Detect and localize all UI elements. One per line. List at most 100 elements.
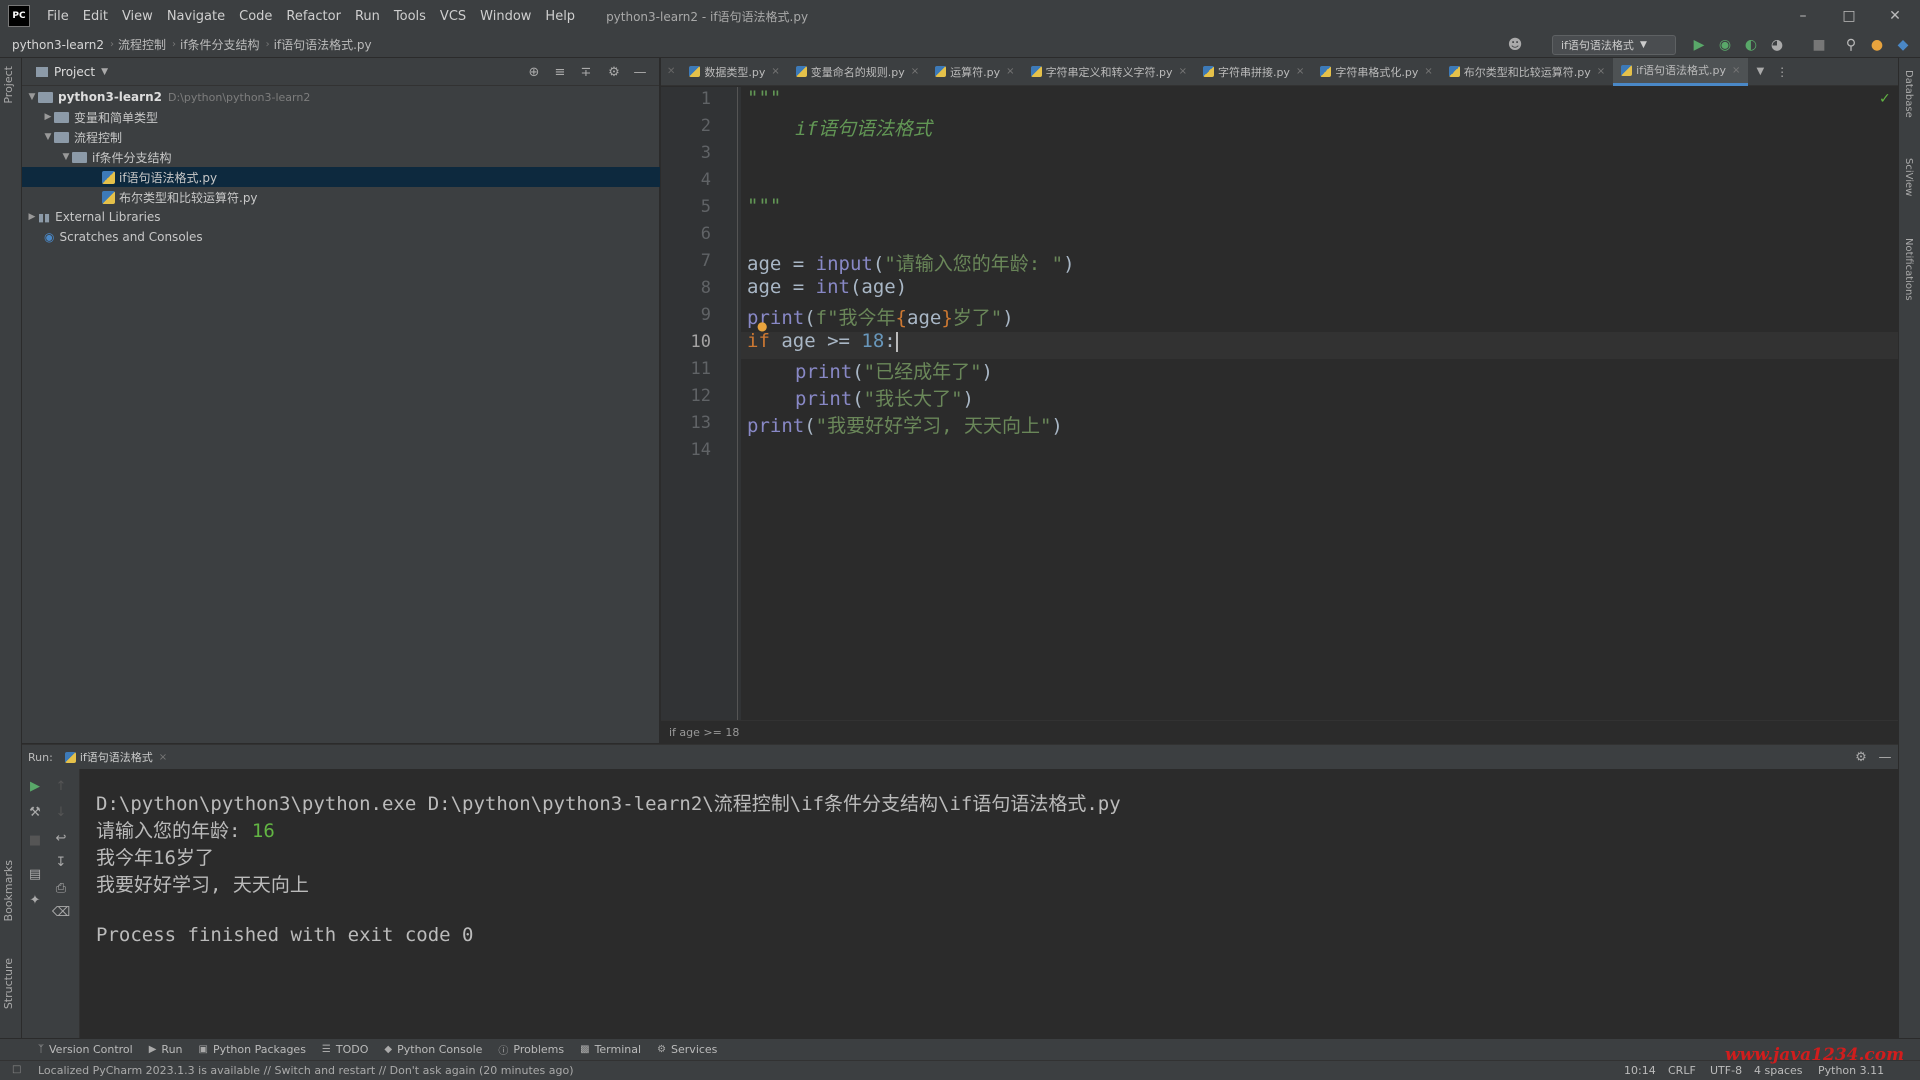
breadcrumb-project[interactable]: python3-learn2 (0, 38, 110, 52)
tree-item-folder[interactable]: ▶ 变量和简单类型 (22, 107, 660, 127)
structure-side-tab[interactable]: Structure (2, 958, 15, 1009)
chevron-down-icon[interactable]: ▼ (1748, 66, 1772, 77)
status-message[interactable]: Localized PyCharm 2023.1.3 is available … (38, 1064, 574, 1077)
project-side-tab[interactable]: Project (2, 66, 15, 104)
close-icon[interactable]: ✕ (1872, 0, 1918, 32)
hide-panel-icon[interactable]: — (1876, 748, 1894, 766)
tool-run[interactable]: ▶ Run (141, 1043, 191, 1056)
editor-tab[interactable]: 字符串格式化.py × (1312, 58, 1440, 86)
tool-services[interactable]: ⚙ Services (649, 1043, 725, 1056)
breadcrumb-subfolder[interactable]: if条件分支结构 (176, 36, 266, 53)
editor-tab[interactable]: 变量命名的规则.py × (788, 58, 927, 86)
run-icon[interactable]: ▶ (1690, 36, 1708, 54)
editor-tab[interactable]: 数据类型.py × (681, 58, 787, 86)
pycharm-logo-icon[interactable]: PC (8, 5, 30, 27)
menu-code[interactable]: Code (232, 9, 279, 24)
editor-tab[interactable]: 布尔类型和比较运算符.py × (1441, 58, 1613, 86)
tool-todo[interactable]: ☰ TODO (314, 1043, 376, 1056)
stop-icon[interactable]: ■ (26, 831, 44, 849)
close-tab-icon[interactable]: × (159, 752, 167, 763)
hide-panel-icon[interactable]: — (632, 64, 648, 80)
tree-item-external-libraries[interactable]: ▶ ▮▮ External Libraries (22, 207, 660, 227)
chevron-right-icon[interactable]: ▶ (26, 212, 38, 222)
caret-position[interactable]: 10:14 (1624, 1064, 1656, 1077)
minimize-icon[interactable]: – (1780, 0, 1826, 32)
editor-tab[interactable]: 运算符.py × (927, 58, 1022, 86)
logo-icon[interactable]: ◆ (1894, 36, 1912, 54)
wrench-icon[interactable]: ⚒ (26, 803, 44, 821)
tool-problems[interactable]: ⓘ Problems (490, 1042, 572, 1057)
close-tab-icon[interactable]: × (1296, 66, 1304, 77)
menu-view[interactable]: View (115, 9, 160, 24)
editor-tab[interactable]: 字符串拼接.py × (1195, 58, 1312, 86)
close-tab-icon[interactable]: × (1732, 65, 1740, 76)
user-icon[interactable]: ☻ (1506, 36, 1524, 54)
chevron-down-icon[interactable]: ▼ (26, 92, 38, 102)
arrow-up-icon[interactable]: ↑ (52, 777, 70, 795)
menu-tools[interactable]: Tools (387, 9, 433, 24)
menu-edit[interactable]: Edit (76, 9, 115, 24)
breadcrumb-file[interactable]: if语句语法格式.py (270, 36, 378, 53)
close-tab-icon[interactable]: × (911, 66, 919, 77)
tree-item-folder[interactable]: ▼ if条件分支结构 (22, 147, 660, 167)
tree-item-file[interactable]: 布尔类型和比较运算符.py (22, 187, 660, 207)
tree-item-project-root[interactable]: ▼ python3-learn2 D:\python\python3-learn… (22, 87, 660, 107)
chevron-right-icon[interactable]: ▶ (42, 112, 54, 122)
chevron-down-icon[interactable]: ▼ (101, 67, 108, 77)
collapse-all-icon[interactable]: ∓ (578, 64, 594, 80)
sciview-side-tab[interactable]: SciView (1903, 158, 1914, 196)
profile-icon[interactable]: ◕ (1768, 36, 1786, 54)
layout-icon[interactable]: ▤ (26, 865, 44, 883)
line-separator[interactable]: CRLF (1668, 1064, 1696, 1077)
search-icon[interactable]: ⚲ (1842, 36, 1860, 54)
database-side-tab[interactable]: Database (1903, 70, 1914, 118)
debug-icon[interactable]: ◉ (1716, 36, 1734, 54)
coverage-icon[interactable]: ◐ (1742, 36, 1760, 54)
bookmarks-side-tab[interactable]: Bookmarks (2, 860, 15, 921)
editor-tab-active[interactable]: if语句语法格式.py × (1613, 57, 1749, 86)
arrow-down-icon[interactable]: ↓ (52, 803, 70, 821)
tool-terminal[interactable]: ▩ Terminal (572, 1043, 649, 1056)
run-config-select[interactable]: if语句语法格式 ▼ (1552, 35, 1676, 55)
chevron-down-icon[interactable]: ▼ (60, 152, 72, 162)
scroll-to-end-icon[interactable]: ↧ (52, 853, 70, 871)
tool-version-control[interactable]: ᛉ Version Control (30, 1043, 141, 1056)
close-tab-icon[interactable]: × (1179, 66, 1187, 77)
tool-python-console[interactable]: ◆ Python Console (376, 1043, 490, 1056)
notifications-side-tab[interactable]: Notifications (1903, 238, 1914, 301)
close-tab-icon[interactable]: × (1597, 66, 1605, 77)
layout-toggle-icon[interactable]: □ (12, 1064, 21, 1075)
editor-tab[interactable]: 字符串定义和转义字符.py × (1023, 58, 1195, 86)
print-icon[interactable]: ⎙ (52, 879, 70, 897)
more-options-icon[interactable]: ⋮ (1772, 65, 1792, 79)
tree-item-file-selected[interactable]: if语句语法格式.py (22, 167, 660, 187)
trash-icon[interactable]: ⌫ (52, 903, 70, 921)
menu-navigate[interactable]: Navigate (160, 9, 232, 24)
tree-item-folder[interactable]: ▼ 流程控制 (22, 127, 660, 147)
breadcrumb-folder[interactable]: 流程控制 (114, 36, 172, 53)
menu-vcs[interactable]: VCS (433, 9, 473, 24)
stop-icon[interactable]: ■ (1810, 36, 1828, 54)
python-interpreter[interactable]: Python 3.11 (1818, 1064, 1884, 1077)
indent-setting[interactable]: 4 spaces (1754, 1064, 1803, 1077)
chevron-down-icon[interactable]: ▼ (42, 132, 54, 142)
project-panel-title[interactable]: Project (54, 65, 95, 79)
menu-refactor[interactable]: Refactor (279, 9, 348, 24)
code-editor[interactable]: 1 2 3 4 5 6 7 8 9 10 11 12 13 14 ✓ """ i… (661, 87, 1898, 720)
gear-icon[interactable]: ⚙ (1852, 748, 1870, 766)
tree-item-scratches[interactable]: ◉ Scratches and Consoles (22, 227, 660, 247)
pin-icon[interactable]: ✦ (26, 891, 44, 909)
file-encoding[interactable]: UTF-8 (1710, 1064, 1742, 1077)
run-tab[interactable]: if语句语法格式 × (64, 749, 167, 765)
scroll-left-icon[interactable]: ✕ (661, 66, 681, 77)
updates-icon[interactable]: ● (1868, 36, 1886, 54)
expand-all-icon[interactable]: ≡ (552, 64, 568, 80)
code-breadcrumb[interactable]: if age >= 18 (669, 726, 739, 739)
menu-file[interactable]: File (40, 9, 76, 24)
maximize-icon[interactable]: □ (1826, 0, 1872, 32)
soft-wrap-icon[interactable]: ↩ (52, 829, 70, 847)
close-tab-icon[interactable]: × (1424, 66, 1432, 77)
locate-file-icon[interactable]: ⊕ (526, 64, 542, 80)
no-problems-check-icon[interactable]: ✓ (1879, 91, 1891, 107)
menu-run[interactable]: Run (348, 9, 387, 24)
